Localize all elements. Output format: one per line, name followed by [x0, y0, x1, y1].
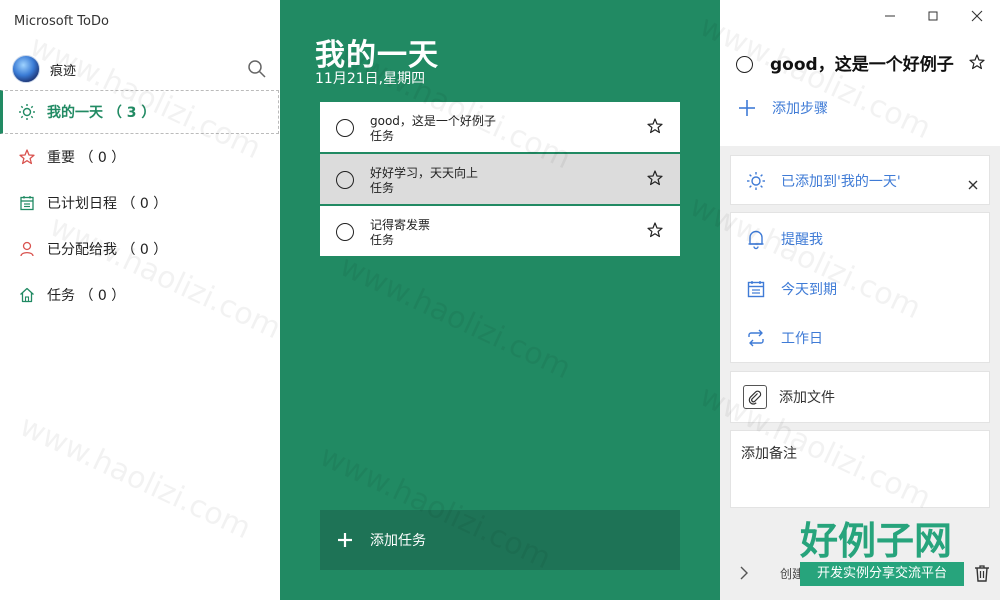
chevron-right-icon[interactable] — [738, 565, 750, 581]
task-subtitle: 任务 — [370, 181, 395, 195]
sidebar-item-tasks[interactable]: 任务 （ 0 ） — [0, 272, 280, 318]
repeat-icon — [745, 327, 767, 349]
star-icon[interactable] — [646, 169, 664, 187]
star-icon[interactable] — [646, 221, 664, 239]
page-date: 11月21日,星期四 — [315, 71, 426, 87]
sidebar-item-label: 我的一天 （ 3 ） — [47, 105, 156, 121]
note-card[interactable]: 添加备注 — [730, 430, 990, 508]
home-icon — [18, 286, 36, 304]
add-file-card: 添加文件 — [730, 371, 990, 423]
add-file-button[interactable]: 添加文件 — [743, 384, 835, 410]
sidebar-item-label: 已分配给我 （ 0 ） — [47, 242, 168, 258]
app-title: Microsoft ToDo — [14, 14, 109, 29]
paperclip-icon — [743, 385, 767, 409]
calendar-icon — [745, 278, 767, 300]
detail-pane: good，这是一个好例子 添加步骤 已添加到'我的一天' 提醒我 今天到期 工作… — [720, 0, 1000, 600]
star-icon — [18, 148, 36, 166]
created-label: 创建于 一小时前 — [780, 567, 868, 581]
task-subtitle: 任务 — [370, 233, 395, 247]
my-day-card: 已添加到'我的一天' — [730, 155, 990, 205]
reminders-card: 提醒我 今天到期 工作日 — [730, 212, 990, 363]
add-step-label: 添加步骤 — [772, 101, 828, 117]
sidebar-nav: 我的一天 （ 3 ） 重要 （ 0 ） 已计划日程 （ 0 ） 已分配给我 （ … — [0, 90, 280, 318]
minimize-icon[interactable] — [880, 8, 900, 24]
add-task-button[interactable]: 添加任务 — [320, 510, 680, 570]
sidebar-item-planned[interactable]: 已计划日程 （ 0 ） — [0, 180, 280, 226]
detail-footer: 创建于 一小时前 — [720, 545, 1000, 600]
sidebar-item-label: 任务 （ 0 ） — [47, 288, 126, 304]
sidebar-item-my-day[interactable]: 我的一天 （ 3 ） — [0, 90, 279, 134]
plus-icon — [335, 530, 355, 550]
sidebar-item-label: 已计划日程 （ 0 ） — [47, 196, 168, 212]
maximize-icon[interactable] — [923, 8, 943, 24]
task-item[interactable]: 好好学习，天天向上 任务 — [320, 154, 680, 204]
remind-me-label: 提醒我 — [781, 232, 823, 248]
added-to-my-day-label: 已添加到'我的一天' — [781, 174, 901, 190]
repeat-button[interactable]: 工作日 — [745, 325, 823, 351]
sidebar-item-assigned[interactable]: 已分配给我 （ 0 ） — [0, 226, 280, 272]
detail-task-row: good，这是一个好例子 — [734, 50, 1000, 76]
detail-task-title[interactable]: good，这是一个好例子 — [770, 50, 960, 75]
due-date-label: 今天到期 — [781, 282, 837, 298]
star-icon[interactable] — [968, 53, 986, 71]
sun-icon — [745, 170, 767, 192]
close-window-icon[interactable] — [967, 8, 987, 24]
sun-icon — [18, 103, 36, 121]
person-icon — [18, 240, 36, 258]
add-note-placeholder: 添加备注 — [741, 446, 797, 462]
sidebar: Microsoft ToDo 痕迹 我的一天 （ 3 ） 重要 （ 0 ） 已计… — [0, 0, 280, 600]
remove-from-my-day-icon[interactable] — [967, 176, 979, 190]
bell-icon — [745, 228, 767, 250]
task-item[interactable]: good，这是一个好例子 任务 — [320, 102, 680, 152]
avatar[interactable] — [12, 55, 40, 83]
complete-circle-icon[interactable] — [336, 171, 354, 189]
plus-icon — [738, 99, 756, 117]
search-icon[interactable] — [246, 58, 268, 80]
remind-me-button[interactable]: 提醒我 — [745, 226, 823, 252]
trash-icon[interactable] — [972, 563, 992, 583]
calendar-icon — [18, 194, 36, 212]
star-icon[interactable] — [646, 117, 664, 135]
due-date-button[interactable]: 今天到期 — [745, 276, 837, 302]
task-item[interactable]: 记得寄发票 任务 — [320, 206, 680, 256]
repeat-label: 工作日 — [781, 331, 823, 347]
add-step-button[interactable]: 添加步骤 — [738, 96, 828, 120]
detail-header: good，这是一个好例子 添加步骤 — [720, 0, 1000, 146]
complete-circle-icon[interactable] — [336, 223, 354, 241]
task-subtitle: 任务 — [370, 129, 395, 143]
added-to-my-day[interactable]: 已添加到'我的一天' — [745, 168, 901, 194]
complete-circle-icon[interactable] — [336, 119, 354, 137]
complete-circle-icon[interactable] — [736, 56, 753, 73]
user-name: 痕迹 — [50, 63, 77, 79]
add-file-label: 添加文件 — [779, 390, 835, 406]
sidebar-item-important[interactable]: 重要 （ 0 ） — [0, 134, 280, 180]
add-task-label: 添加任务 — [370, 533, 426, 549]
user-row[interactable]: 痕迹 — [12, 54, 270, 84]
sidebar-item-label: 重要 （ 0 ） — [47, 150, 126, 166]
task-list-pane: 我的一天 11月21日,星期四 good，这是一个好例子 任务 好好学习，天天向… — [280, 0, 720, 600]
